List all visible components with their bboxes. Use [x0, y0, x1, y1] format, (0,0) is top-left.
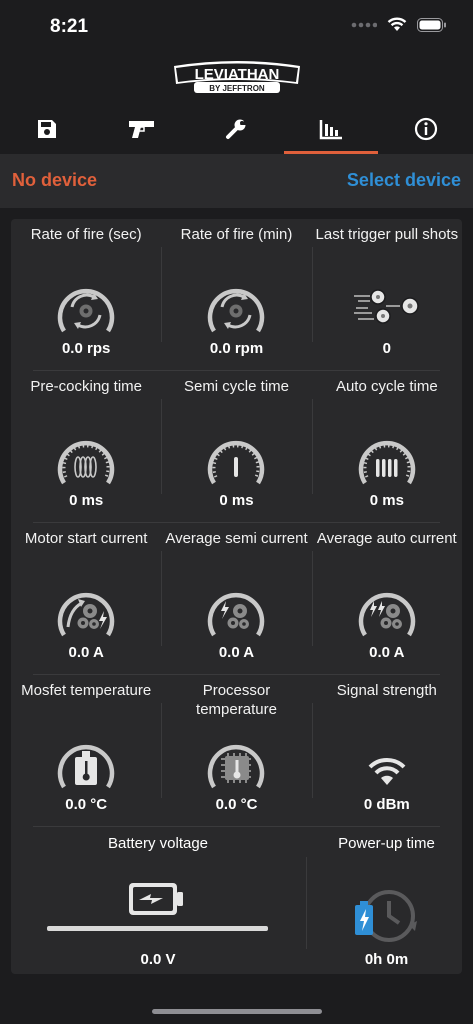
battery-level-bar: [47, 926, 268, 931]
semi-current-icon: [208, 592, 265, 637]
bullets-icon: [353, 289, 419, 324]
cellular-signal-icon: [351, 22, 377, 27]
status-bar: 8:21: [0, 0, 473, 54]
wrench-icon: [226, 118, 248, 139]
metric-value: 0 ms: [369, 492, 404, 509]
power-up-clock-icon: [355, 890, 417, 942]
metric-value: 0 dBm: [363, 796, 410, 813]
metric-title: Processor temperature: [196, 682, 277, 718]
metric-semi-cycle-time: Semi cycle time 0 ms: [161, 371, 311, 523]
metric-title: Last trigger pull shots: [315, 226, 459, 243]
metric-value: 0 ms: [219, 492, 254, 509]
rate-gauge-icon: [57, 288, 115, 333]
metric-title: Average auto current: [316, 530, 457, 547]
motor-current-icon: [57, 592, 115, 637]
metric-rate-of-fire-sec: Rate of fire (sec) 0.0 rps: [11, 219, 161, 371]
tab-info[interactable]: [378, 104, 473, 154]
select-device-button[interactable]: Select device: [347, 170, 461, 191]
metrics-row: Pre-cocking time 0 ms Semi cycle time 0 …: [11, 371, 462, 523]
metric-average-semi-current: Average semi current 0.0 A: [161, 523, 311, 675]
rate-gauge-icon: [208, 288, 265, 333]
power-up-time-value: 0h 0m: [364, 951, 409, 968]
battery-status-icon: [417, 17, 446, 32]
power-up-time-title: Power-up time: [338, 835, 435, 852]
metrics-row: Mosfet temperature 0.0 °C Processor temp…: [11, 675, 462, 827]
cpu-temp-icon: [208, 744, 265, 789]
wifi-status-icon: [387, 17, 407, 31]
battery-voltage-value: 0.0 V: [140, 951, 176, 968]
mosfet-temp-icon: [57, 744, 115, 789]
metric-value: 0.0 A: [218, 644, 255, 661]
metric-last-trigger-pull: Last trigger pull shots 0: [311, 219, 462, 371]
device-bar: No device Select device: [0, 154, 473, 208]
metric-mosfet-temperature: Mosfet temperature 0.0 °C: [11, 675, 161, 827]
metric-signal-strength: Signal strength 0 dBm: [311, 675, 462, 827]
tab-bar: [0, 104, 473, 154]
metric-pre-cocking-time: Pre-cocking time 0 ms: [11, 371, 161, 523]
status-time: 8:21: [50, 16, 89, 37]
metric-processor-temperature: Processor temperature 0.0 °C: [161, 675, 311, 827]
metric-value: 0: [382, 340, 391, 357]
metric-title: Mosfet temperature: [21, 682, 152, 699]
app-logo: LEVIATHAN BY JEFFTRON: [0, 54, 473, 100]
metric-title: Rate of fire (sec): [30, 226, 142, 243]
device-status: No device: [12, 170, 98, 190]
metric-value: 0.0 rps: [61, 340, 111, 357]
logo-text: LEVIATHAN: [194, 66, 279, 83]
metrics-row: Motor start current 0.0 A Average semi c…: [11, 523, 462, 675]
metric-motor-start-current: Motor start current 0.0 A: [11, 523, 161, 675]
metric-auto-cycle-time: Auto cycle time 0 ms: [311, 371, 462, 523]
metric-title: Motor start current: [24, 530, 148, 547]
home-indicator: [152, 1009, 322, 1014]
battery-voltage-title: Battery voltage: [107, 835, 209, 852]
metric-rate-of-fire-min: Rate of fire (min) 0.0 rpm: [161, 219, 311, 371]
auto-gauge-icon: [358, 440, 415, 485]
metric-title: Semi cycle time: [183, 378, 289, 395]
tab-stats[interactable]: [283, 104, 379, 154]
auto-current-icon: [358, 592, 415, 637]
metric-title: Average semi current: [165, 530, 308, 547]
metric-title: Rate of fire (min): [180, 226, 293, 243]
metric-title: Signal strength: [336, 682, 437, 699]
metric-value: 0.0 °C: [65, 796, 108, 813]
metric-value: 0.0 rpm: [209, 340, 264, 357]
metric-title: Auto cycle time: [335, 378, 438, 395]
logo-subtext: BY JEFFTRON: [209, 84, 265, 93]
info-icon: [414, 117, 437, 141]
battery-charging-icon: [129, 883, 183, 915]
metrics-panel: Rate of fire (sec) 0.0 rps Rate of fire: [11, 219, 462, 974]
metric-value: 0 ms: [69, 492, 104, 509]
metrics-row: Rate of fire (sec) 0.0 rps Rate of fire: [11, 219, 462, 371]
save-icon: [38, 120, 57, 138]
gun-icon: [128, 121, 154, 138]
semi-gauge-icon: [208, 440, 265, 485]
tab-wrench[interactable]: [189, 104, 284, 154]
metric-value: 0.0 A: [68, 644, 104, 661]
tab-gun[interactable]: [95, 104, 190, 154]
metric-title: Pre-cocking time: [30, 378, 143, 395]
wifi-icon: [368, 757, 406, 785]
spring-gauge-icon: [57, 440, 115, 485]
tab-save[interactable]: [0, 104, 95, 154]
metric-value: 0.0 A: [369, 644, 405, 661]
metric-value: 0.0 °C: [215, 796, 258, 813]
stats-icon: [319, 120, 343, 140]
metric-average-auto-current: Average auto current 0.0 A: [311, 523, 462, 675]
